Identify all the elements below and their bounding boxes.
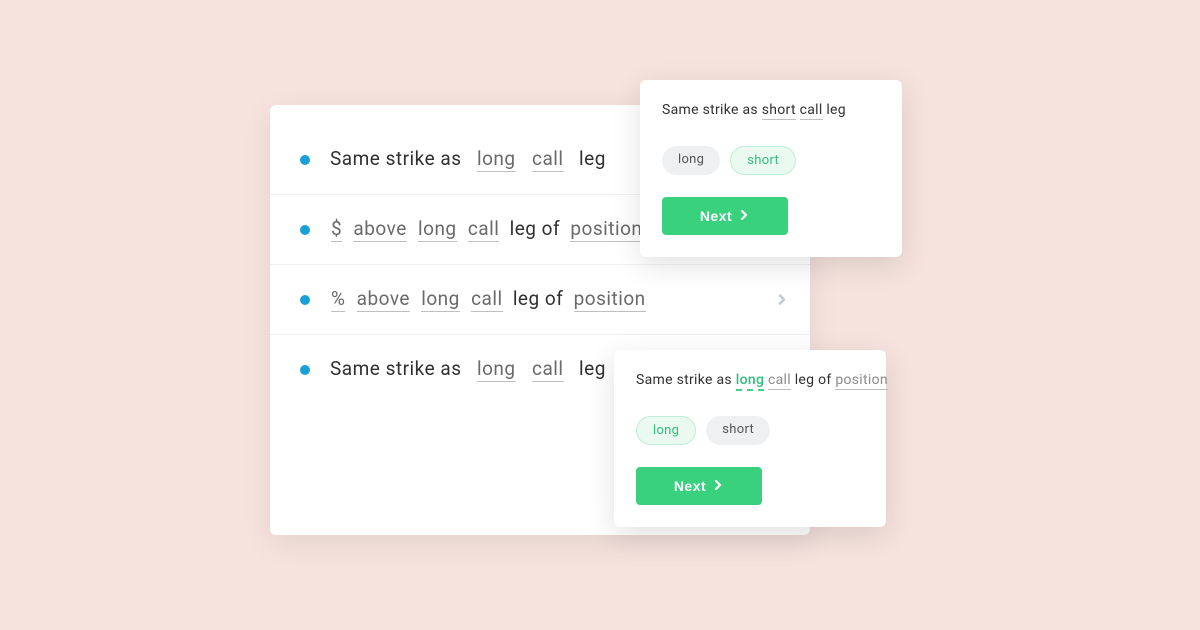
chevron-right-icon — [776, 290, 788, 309]
bullet-dot-icon — [300, 155, 310, 165]
chip-short[interactable]: short — [706, 416, 770, 445]
chip-long[interactable]: long — [636, 416, 696, 445]
popup-title: Same strike as long call leg of position — [636, 372, 864, 388]
chip-group: long short — [662, 146, 880, 175]
token-selector-popup: Same strike as short call leg long short… — [640, 80, 902, 257]
chip-group: long short — [636, 416, 864, 445]
row-text: Same strike as long call leg — [330, 357, 606, 382]
chip-short[interactable]: short — [730, 146, 796, 175]
bullet-dot-icon — [300, 295, 310, 305]
next-button[interactable]: Next — [636, 467, 762, 505]
token-selector-popup: Same strike as long call leg of position… — [614, 350, 886, 527]
row-text: % above long call leg of position — [330, 287, 647, 312]
list-row[interactable]: % above long call leg of position — [270, 265, 810, 335]
row-text: $ above long call leg of position — [330, 217, 643, 242]
popup-title: Same strike as short call leg — [662, 102, 880, 118]
chip-long[interactable]: long — [662, 146, 720, 175]
next-button[interactable]: Next — [662, 197, 788, 235]
row-text: Same strike as long call leg — [330, 147, 606, 172]
bullet-dot-icon — [300, 225, 310, 235]
chevron-right-icon — [738, 208, 750, 224]
bullet-dot-icon — [300, 365, 310, 375]
chevron-right-icon — [712, 478, 724, 494]
